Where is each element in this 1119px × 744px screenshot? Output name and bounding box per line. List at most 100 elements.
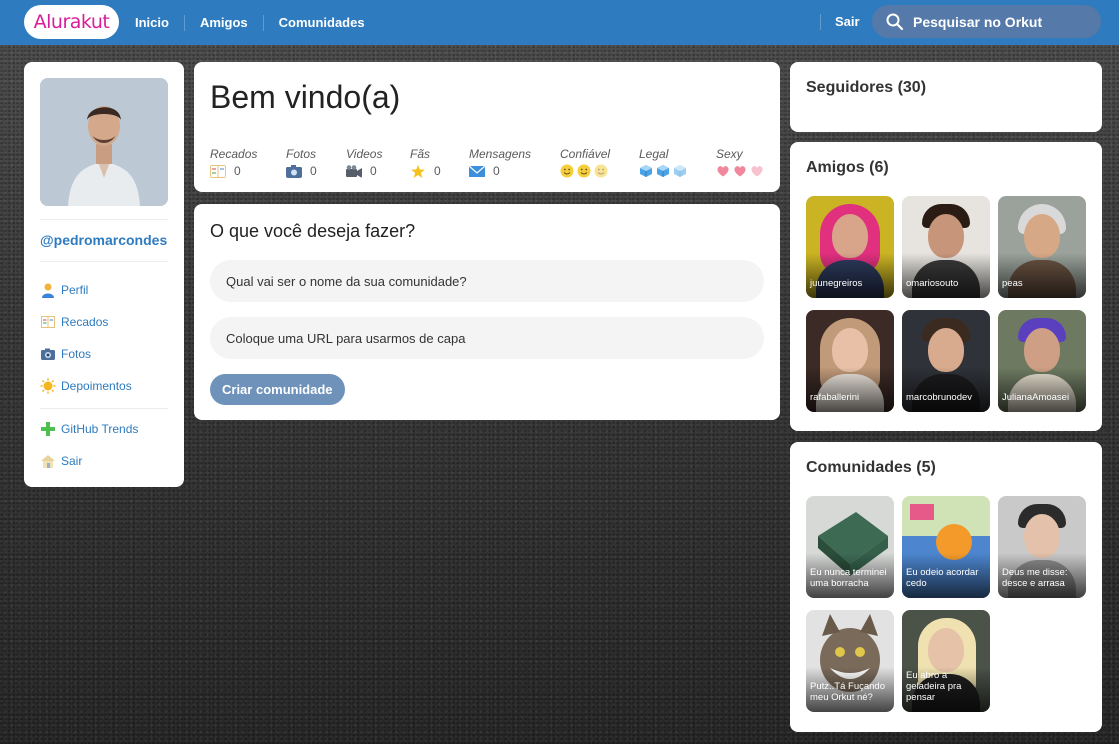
create-community-box: O que você deseja fazer? Criar comunidad… xyxy=(194,204,780,420)
community-name: Eu nunca terminei uma borracha xyxy=(810,567,887,589)
friends-title[interactable]: Amigos (6) xyxy=(806,158,1086,178)
create-community-button[interactable]: Criar comunidade xyxy=(210,374,345,405)
sidebar-item-recados[interactable]: Recados xyxy=(40,306,168,338)
sidebar-item-label: Recados xyxy=(61,315,109,329)
video-camera-icon xyxy=(346,164,362,178)
rating-confiavel: Confiável xyxy=(560,147,611,179)
community-card[interactable]: Deus me disse: desce e arrasa xyxy=(998,496,1086,598)
top-bar: Alurakut Inicio Amigos Comunidades Sair xyxy=(0,0,1119,45)
friend-card[interactable]: JulianaAmoasei xyxy=(998,310,1086,412)
search-box[interactable] xyxy=(872,5,1101,38)
community-card[interactable]: Eu abro a geladeira pra pensar xyxy=(902,610,990,712)
ice-cube-icon xyxy=(657,165,669,177)
sidebar-item-github-trends[interactable]: GitHub Trends xyxy=(40,413,168,445)
friend-card[interactable]: marcobrunodev xyxy=(902,310,990,412)
rating-legal: Legal xyxy=(639,147,690,179)
rating-label: Legal xyxy=(639,147,669,161)
divider xyxy=(40,261,168,262)
nav-comunidades[interactable]: Comunidades xyxy=(262,14,380,31)
form-title: O que você deseja fazer? xyxy=(210,221,416,241)
search-icon xyxy=(886,13,903,30)
communities-box: Comunidades (5) Eu nunca terminei uma bo… xyxy=(790,442,1102,732)
community-cover-url-input[interactable] xyxy=(210,317,764,359)
house-icon xyxy=(40,453,56,469)
sidebar-item-label: Fotos xyxy=(61,347,92,361)
book-icon xyxy=(40,314,56,330)
stat-value: 0 xyxy=(493,164,500,178)
welcome-title: Bem vindo(a) xyxy=(210,79,401,115)
alurakut-logo[interactable]: Alurakut xyxy=(24,5,119,39)
divider xyxy=(40,219,168,220)
search-input[interactable] xyxy=(913,13,1093,30)
avatar-photo xyxy=(40,78,168,206)
stat-label: Fotos xyxy=(286,147,317,161)
user-icon xyxy=(40,282,56,298)
friend-card[interactable]: rafaballerini xyxy=(806,310,894,412)
sun-icon xyxy=(40,378,56,394)
camera-icon xyxy=(40,346,56,362)
camera-icon xyxy=(286,164,302,178)
rating-label: Sexy xyxy=(716,147,743,161)
book-icon xyxy=(210,164,226,178)
sidebar-item-perfil[interactable]: Perfil xyxy=(40,274,168,306)
followers-title[interactable]: Seguidores (30) xyxy=(806,78,1086,98)
smiley-icon xyxy=(594,164,608,178)
sidebar-item-sair[interactable]: Sair xyxy=(40,445,168,477)
avatar[interactable] xyxy=(40,78,168,206)
nav-amigos[interactable]: Amigos xyxy=(183,14,263,31)
stat-label: Recados xyxy=(210,147,258,161)
rating-label: Confiável xyxy=(560,147,611,161)
stat-fas: Fãs 0 xyxy=(410,147,441,179)
profile-username-link[interactable]: @pedromarcondes xyxy=(40,232,168,248)
nav-inicio[interactable]: Inicio xyxy=(120,15,184,31)
community-name-input[interactable] xyxy=(210,260,764,302)
heart-icon xyxy=(717,166,729,177)
community-name: Deus me disse: desce e arrasa xyxy=(1002,567,1068,589)
sidebar-item-label: Perfil xyxy=(61,283,89,297)
ice-cube-icon xyxy=(674,165,686,177)
community-card[interactable]: Putz..Tá Fuçando meu Orkut né? xyxy=(806,610,894,712)
friend-name: rafaballerini xyxy=(810,392,860,403)
stats-row: Recados 0 Fotos 0 Videos 0 Fãs 0 Mensage… xyxy=(210,147,765,187)
star-icon xyxy=(411,164,425,178)
community-card[interactable]: Eu odeio acordar cedo xyxy=(902,496,990,598)
community-card[interactable]: Eu nunca terminei uma borracha xyxy=(806,496,894,598)
sidebar-item-depoimentos[interactable]: Depoimentos xyxy=(40,370,168,402)
community-name: Eu abro a geladeira pra pensar xyxy=(906,670,962,703)
stat-label: Fãs xyxy=(410,147,431,161)
heart-icon xyxy=(751,166,763,177)
friend-card[interactable]: omariosouto xyxy=(902,196,990,298)
stat-fotos: Fotos 0 xyxy=(286,147,317,179)
friend-name: omariosouto xyxy=(906,278,959,289)
friend-card[interactable]: juunegreiros xyxy=(806,196,894,298)
friend-name: marcobrunodev xyxy=(906,392,973,403)
sidebar-item-label: Sair xyxy=(61,454,83,468)
welcome-box: Bem vindo(a) Recados 0 Fotos 0 Videos 0 … xyxy=(194,62,780,192)
sidebar-item-label: GitHub Trends xyxy=(61,422,139,436)
divider xyxy=(40,408,168,409)
communities-title[interactable]: Comunidades (5) xyxy=(806,458,1086,478)
friends-box: Amigos (6) juunegreiros omariosouto peas xyxy=(790,142,1102,431)
friend-card[interactable]: peas xyxy=(998,196,1086,298)
smiley-icon xyxy=(577,164,591,178)
logout-link[interactable]: Sair xyxy=(820,14,860,30)
smiley-icon xyxy=(560,164,574,178)
stat-recados: Recados 0 xyxy=(210,147,257,179)
stat-value: 0 xyxy=(434,164,441,178)
main-nav: Inicio Amigos Comunidades xyxy=(120,0,380,45)
heart-icon xyxy=(734,166,746,177)
followers-box: Seguidores (30) xyxy=(790,62,1102,132)
ice-cube-icon xyxy=(640,165,652,177)
envelope-icon xyxy=(469,165,485,177)
sidebar-item-fotos[interactable]: Fotos xyxy=(40,338,168,370)
friend-name: JulianaAmoasei xyxy=(1002,392,1070,403)
sidebar-item-label: Depoimentos xyxy=(61,379,132,393)
stat-mensagens: Mensagens 0 xyxy=(469,147,531,179)
friend-name: juunegreiros xyxy=(810,278,863,289)
stat-videos: Videos 0 xyxy=(346,147,382,179)
stat-label: Mensagens xyxy=(469,147,532,161)
stat-value: 0 xyxy=(310,164,317,178)
profile-sidebar: @pedromarcondes Perfil Recados Fotos Dep… xyxy=(24,62,184,487)
community-name: Eu odeio acordar cedo xyxy=(906,567,979,589)
stat-label: Videos xyxy=(346,147,383,161)
